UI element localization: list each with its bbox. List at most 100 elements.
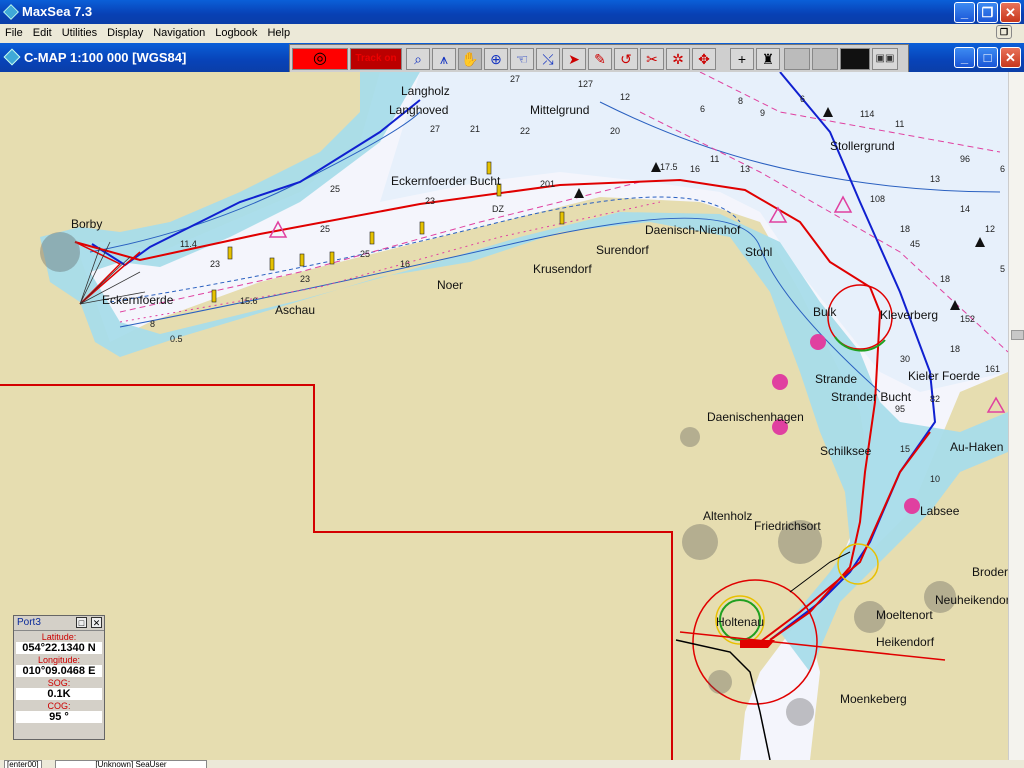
svg-text:6: 6: [800, 94, 805, 104]
panel-restore-button[interactable]: □: [76, 617, 87, 628]
place-label: Heikendorf: [876, 635, 935, 649]
night-mode-button[interactable]: [840, 48, 870, 70]
chart-close-button[interactable]: ✕: [1000, 47, 1021, 68]
hand-select-icon[interactable]: ☜: [510, 48, 534, 70]
chart-toolbar: ◎ Track on ⌕ ⩚ ✋ ⊕ ☜ ⤯ ➤ ✎ ↺ ✂ ✲ ✥ + ♜ ▣…: [289, 44, 909, 74]
place-label: Labsee: [920, 504, 960, 518]
status-left: [enter00]: [4, 760, 42, 768]
hand-pan-icon[interactable]: ✋: [458, 48, 482, 70]
toolbar-slot-1[interactable]: [784, 48, 810, 70]
sog-label: SOG:: [16, 678, 102, 688]
place-label: Schilksee: [820, 444, 872, 458]
svg-text:10: 10: [930, 474, 940, 484]
mdi-restore-button[interactable]: ❐: [996, 25, 1012, 39]
tide-icon[interactable]: ♜: [756, 48, 780, 70]
svg-text:161: 161: [985, 364, 1000, 374]
move-icon[interactable]: ✥: [692, 48, 716, 70]
place-label: Holtenau: [716, 615, 765, 629]
mark-icon[interactable]: ✲: [666, 48, 690, 70]
map-vertical-scrollbar[interactable]: [1008, 72, 1024, 760]
svg-text:27: 27: [510, 74, 520, 84]
status-user: [Unknown] SeaUser: [55, 760, 207, 768]
svg-text:201: 201: [540, 179, 555, 189]
panel-close-button[interactable]: ✕: [91, 617, 102, 628]
svg-text:21: 21: [470, 124, 480, 134]
svg-text:5: 5: [1000, 264, 1005, 274]
svg-text:9: 9: [760, 108, 765, 118]
svg-text:152: 152: [960, 314, 975, 324]
chart-window-icon: [3, 48, 21, 66]
place-label: Surendorf: [596, 243, 649, 257]
route-icon[interactable]: ⤯: [536, 48, 560, 70]
menu-help[interactable]: Help: [262, 24, 295, 39]
scissors-icon[interactable]: ✂: [640, 48, 664, 70]
place-label: Mittelgrund: [530, 103, 590, 117]
rotate-icon[interactable]: ↺: [614, 48, 638, 70]
restore-button[interactable]: ❐: [977, 2, 998, 23]
latitude-field: Latitude: 054°22.1340 N: [16, 632, 102, 654]
menu-utilities[interactable]: Utilities: [57, 24, 102, 39]
place-label: Eckernfoerder Bucht: [391, 174, 501, 188]
pencil-icon[interactable]: ✎: [588, 48, 612, 70]
svg-text:22: 22: [520, 126, 530, 136]
chart-map[interactable]: 27 127 12 21 22 20 689 6 114 11 11 13 16 108 13 96…: [0, 72, 1008, 760]
chart-minimize-button[interactable]: _: [954, 47, 975, 68]
svg-text:95: 95: [895, 404, 905, 414]
menu-edit[interactable]: Edit: [28, 24, 57, 39]
crosshair-icon[interactable]: ⊕: [484, 48, 508, 70]
cog-field: COG: 95 °: [16, 701, 102, 723]
sog-field: SOG: 0.1K: [16, 678, 102, 700]
place-label: Moenkeberg: [840, 692, 907, 706]
svg-text:18: 18: [950, 344, 960, 354]
svg-text:127: 127: [578, 79, 593, 89]
place-label: Kieler Foerde: [908, 369, 981, 383]
svg-text:15: 15: [900, 444, 910, 454]
chart-graphics: 27 12712 21 22 20 689 611411 111316 1081396…: [0, 72, 1008, 760]
plus-icon[interactable]: +: [730, 48, 754, 70]
track-on-button[interactable]: Track on: [350, 48, 402, 70]
port3-panel-header: Port3 □ ✕: [14, 616, 104, 631]
svg-text:96: 96: [960, 154, 970, 164]
menu-logbook[interactable]: Logbook: [210, 24, 262, 39]
cog-label: COG:: [16, 701, 102, 711]
svg-text:27: 27: [430, 124, 440, 134]
svg-text:12: 12: [620, 92, 630, 102]
menu-file[interactable]: File: [0, 24, 28, 39]
zoom-icon[interactable]: ⌕: [406, 48, 430, 70]
sog-value: 0.1K: [47, 688, 71, 700]
minimize-button[interactable]: _: [954, 2, 975, 23]
menu-display[interactable]: Display: [102, 24, 148, 39]
menu-navigation[interactable]: Navigation: [148, 24, 210, 39]
port3-panel: Port3 □ ✕ Latitude: 054°22.1340 N Longit…: [13, 615, 105, 740]
svg-text:15.6: 15.6: [240, 296, 258, 306]
place-label: Langholz: [401, 84, 450, 98]
chart-maximize-button[interactable]: □: [977, 47, 998, 68]
longitude-label: Longitude:: [16, 655, 102, 665]
compass-icon[interactable]: ⩚: [432, 48, 456, 70]
scrollbar-thumb[interactable]: [1011, 330, 1024, 340]
close-button[interactable]: ✕: [1000, 2, 1021, 23]
svg-text:11: 11: [710, 154, 719, 164]
menu-bar: File Edit Utilities Display Navigation Logboo…: [0, 24, 1024, 43]
toolbar-options-icon[interactable]: ▣▣: [872, 48, 898, 70]
place-label: Daenischenhagen: [707, 410, 804, 424]
cog-value: 95 °: [49, 711, 69, 723]
place-label: Borby: [71, 217, 103, 231]
svg-text:25: 25: [320, 224, 330, 234]
place-label: Eckernfoerde: [102, 293, 174, 307]
svg-text:13: 13: [740, 164, 750, 174]
svg-text:25: 25: [360, 249, 370, 259]
svg-text:11: 11: [895, 119, 904, 129]
svg-text:DZ: DZ: [492, 204, 504, 214]
svg-text:16: 16: [690, 164, 700, 174]
place-label: Brodersdorf: [972, 565, 1008, 579]
svg-text:23: 23: [210, 259, 220, 269]
svg-text:14: 14: [960, 204, 970, 214]
svg-text:6: 6: [700, 104, 705, 114]
status-bar: [enter00] [Unknown] SeaUser: [0, 760, 1024, 768]
place-label: Altenholz: [703, 509, 753, 523]
toolbar-slot-2[interactable]: [812, 48, 838, 70]
stop-button[interactable]: ◎: [292, 48, 348, 70]
svg-text:18: 18: [940, 274, 950, 284]
pointer-icon[interactable]: ➤: [562, 48, 586, 70]
